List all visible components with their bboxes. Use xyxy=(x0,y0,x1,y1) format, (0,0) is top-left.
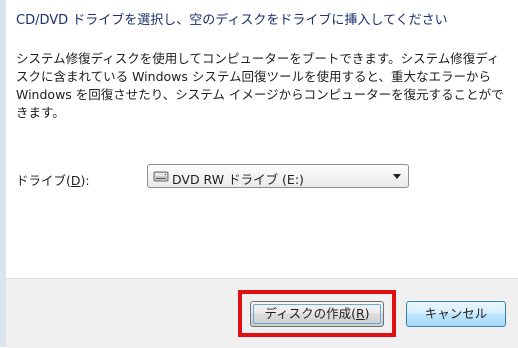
create-disc-label-accelerator: R xyxy=(355,306,365,321)
drive-label-accelerator: D xyxy=(70,173,81,188)
drive-selected-value: DVD RW ドライブ (E:) xyxy=(172,172,304,187)
cancel-button-label: キャンセル xyxy=(424,306,488,321)
cancel-button[interactable]: キャンセル xyxy=(406,301,506,327)
create-disc-button-focus-ring: ディスクの作成(R) xyxy=(253,304,381,324)
drive-label-suffix: ): xyxy=(80,173,90,188)
drive-dropdown[interactable]: DVD RW ドライブ (E:) xyxy=(147,164,409,188)
dialog-description: システム修復ディスクを使用してコンピューターをブートできます。システム修復ディス… xyxy=(16,51,504,120)
create-disc-button[interactable]: ディスクの作成(R) xyxy=(250,301,384,327)
chevron-down-icon xyxy=(393,174,401,179)
optical-drive-icon xyxy=(153,171,169,182)
create-disc-label-suffix: ) xyxy=(364,306,370,321)
dialog-header: CD/DVD ドライブを選択し、空のディスクをドライブに挿入してください xyxy=(16,13,448,28)
drive-label-prefix: ドライブ( xyxy=(16,173,71,188)
create-disc-label-prefix: ディスクの作成( xyxy=(264,306,356,321)
drive-label: ドライブ(D): xyxy=(16,170,90,189)
